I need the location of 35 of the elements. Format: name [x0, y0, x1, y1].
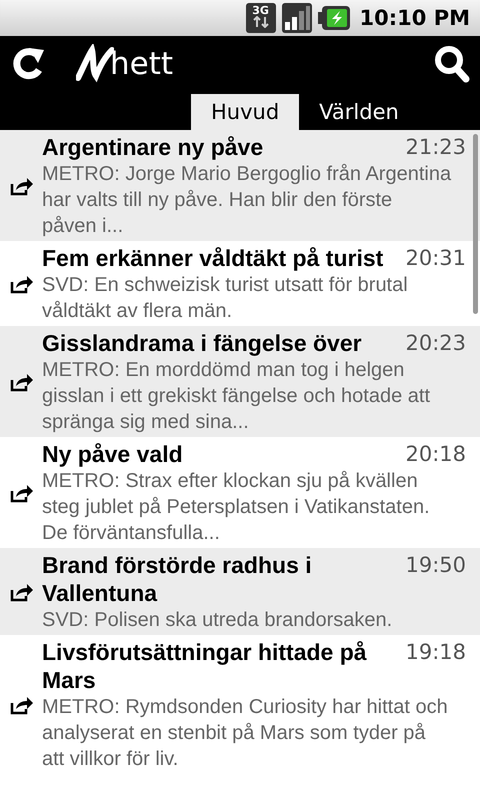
status-time: 10:10 PM: [360, 6, 470, 30]
article-time: 20:31: [405, 245, 466, 272]
signal-icon: [282, 3, 312, 33]
arrows-icon: [252, 16, 270, 28]
article-summary: SVD: En schweizisk turist utsatt för brutal våldtäkt av flera män.: [42, 273, 409, 324]
article-title[interactable]: Livsförutsättningar hittade på Mars: [42, 638, 396, 694]
logo-icon: [76, 44, 114, 84]
article-time: 20:18: [405, 441, 466, 468]
article-title[interactable]: Fem erkänner våldtäkt på turist: [42, 244, 396, 272]
article-time: 20:23: [405, 330, 466, 357]
share-icon[interactable]: [10, 274, 34, 294]
share-icon[interactable]: [10, 695, 34, 715]
article-title[interactable]: Brand förstörde radhus i Vallentuna: [42, 551, 396, 607]
tab[interactable]: Huvud: [191, 94, 300, 130]
article-title[interactable]: Ny påve vald: [42, 440, 396, 468]
article-summary: METRO: En morddömd man tog i helgen gisslan i ett grekiskt fängelse och hotade att spränga sig med sina...: [42, 358, 432, 435]
scrollbar[interactable]: [473, 134, 478, 314]
share-icon[interactable]: [10, 483, 34, 503]
app-logo-text: hett: [110, 46, 174, 82]
article-time: 19:50: [405, 552, 466, 579]
article-summary: METRO: Jorge Mario Bergoglio från Argentina har valts till ny påve. Han blir den förste påven i...: [42, 162, 452, 239]
battery-icon: [318, 6, 350, 30]
article-title[interactable]: Argentinare ny påve: [42, 133, 396, 161]
article-time: 19:18: [405, 639, 466, 666]
share-icon[interactable]: [10, 176, 34, 196]
article-summary: SVD: Polisen ska utreda brandorsaken.: [42, 608, 394, 633]
network-label: 3G: [252, 5, 269, 16]
article-summary: METRO: Rymdsonden Curiosity har hittat och analyserat en stenbit på Mars som tyder på att villkor för liv.: [42, 695, 449, 772]
article-summary: METRO: Strax efter klockan sju på kvällen steg jublet på Petersplatsen i Vatikanstaten. De förväntansfulla...: [42, 469, 431, 546]
article-title[interactable]: Gisslandrama i fängelse över: [42, 329, 396, 357]
search-icon[interactable]: [434, 45, 470, 83]
share-icon[interactable]: [10, 582, 34, 602]
tab[interactable]: Världen: [299, 94, 419, 130]
article-time: 21:23: [405, 134, 466, 161]
share-icon[interactable]: [10, 372, 34, 392]
